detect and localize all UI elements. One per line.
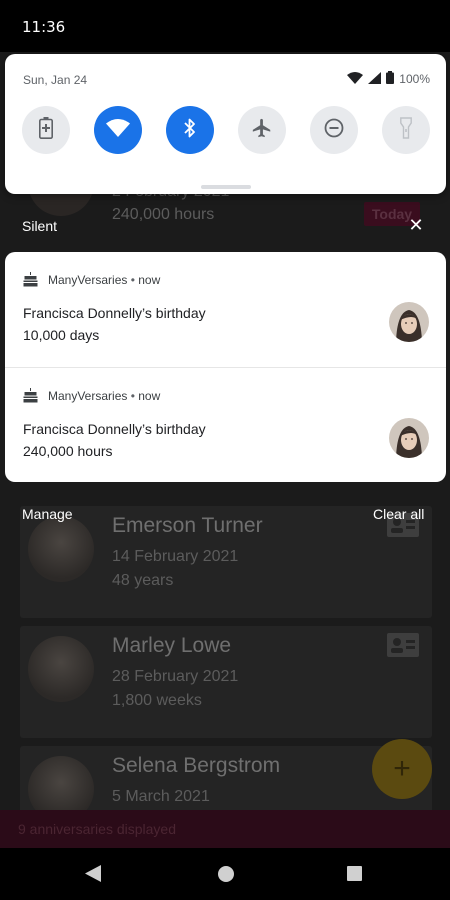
card-amount: 48 years [112, 572, 174, 589]
qs-drag-handle[interactable] [201, 185, 251, 189]
contact-card-icon[interactable] [386, 632, 420, 663]
tile-battery-saver[interactable] [22, 106, 70, 154]
cake-icon [23, 388, 38, 403]
do-not-disturb-icon [324, 118, 344, 143]
notification-header: ManyVersaries • now [48, 389, 161, 403]
status-bar: 11:36 [0, 0, 450, 52]
card-name: Marley Lowe [112, 634, 232, 657]
qs-date: Sun, Jan 24 [23, 73, 88, 87]
tile-bluetooth[interactable] [166, 106, 214, 154]
manage-button[interactable]: Manage [22, 506, 73, 522]
bluetooth-icon [183, 117, 197, 144]
app-name: ManyVersaries [48, 273, 128, 287]
qs-tiles [22, 106, 432, 154]
silent-section-label: Silent [22, 218, 58, 234]
close-icon[interactable]: ✕ [406, 215, 426, 235]
cake-icon [23, 272, 38, 287]
add-button[interactable]: + [372, 739, 432, 799]
tile-do-not-disturb[interactable] [310, 106, 358, 154]
notification-item[interactable]: ManyVersaries • now Francisca Donnelly’s… [5, 367, 446, 482]
wifi-signal-icon [347, 71, 364, 87]
footer-bar: 9 anniversaries displayed [0, 810, 450, 848]
notification-time: now [138, 389, 161, 403]
back-icon[interactable] [85, 865, 101, 887]
wifi-icon [106, 118, 130, 142]
battery-icon [386, 71, 395, 87]
card-date: 14 February 2021 [112, 548, 239, 565]
card-date: 28 February 2021 [112, 668, 239, 685]
qs-status-icons: 100% [347, 71, 430, 87]
airplane-icon [251, 117, 273, 144]
cell-signal-icon [368, 71, 382, 87]
card-amount: 1,800 weeks [112, 692, 202, 709]
avatar [389, 418, 429, 458]
battery-percent: 100% [399, 72, 430, 86]
app-name: ManyVersaries [48, 389, 128, 403]
notification-time: now [138, 273, 161, 287]
notification-text: 240,000 hours [23, 443, 113, 459]
card-name: Selena Bergstrom [112, 754, 281, 777]
recents-icon[interactable] [347, 866, 362, 881]
notification-group: ManyVersaries • now Francisca Donnelly’s… [5, 252, 446, 482]
navigation-bar [0, 848, 450, 900]
avatar [389, 302, 429, 342]
card-amount: 240,000 hours [112, 206, 215, 223]
tile-flashlight[interactable] [382, 106, 430, 154]
footer-text: 9 anniversaries displayed [18, 821, 176, 837]
clear-all-button[interactable]: Clear all [373, 506, 424, 522]
notification-text: 10,000 days [23, 327, 100, 343]
notification-title: Francisca Donnelly’s birthday [23, 421, 206, 437]
tile-wifi[interactable] [94, 106, 142, 154]
anniversary-card[interactable]: Marley Lowe 28 February 2021 1,800 weeks [20, 626, 432, 738]
status-time: 11:36 [22, 18, 66, 36]
quick-settings-panel: Sun, Jan 24 100% [5, 54, 446, 194]
notification-title: Francisca Donnelly’s birthday [23, 305, 206, 321]
anniversary-card[interactable]: Emerson Turner 14 February 2021 48 years [20, 506, 432, 618]
tile-airplane-mode[interactable] [238, 106, 286, 154]
card-name: Emerson Turner [112, 514, 263, 537]
notification-item[interactable]: ManyVersaries • now Francisca Donnelly’s… [5, 252, 446, 367]
avatar [28, 516, 94, 582]
avatar [28, 636, 94, 702]
battery-saver-icon [39, 116, 53, 144]
card-date: 5 March 2021 [112, 788, 210, 805]
flashlight-icon [400, 116, 412, 144]
plus-icon: + [393, 752, 411, 785]
notification-header: ManyVersaries • now [48, 273, 161, 287]
home-icon[interactable] [218, 866, 234, 882]
